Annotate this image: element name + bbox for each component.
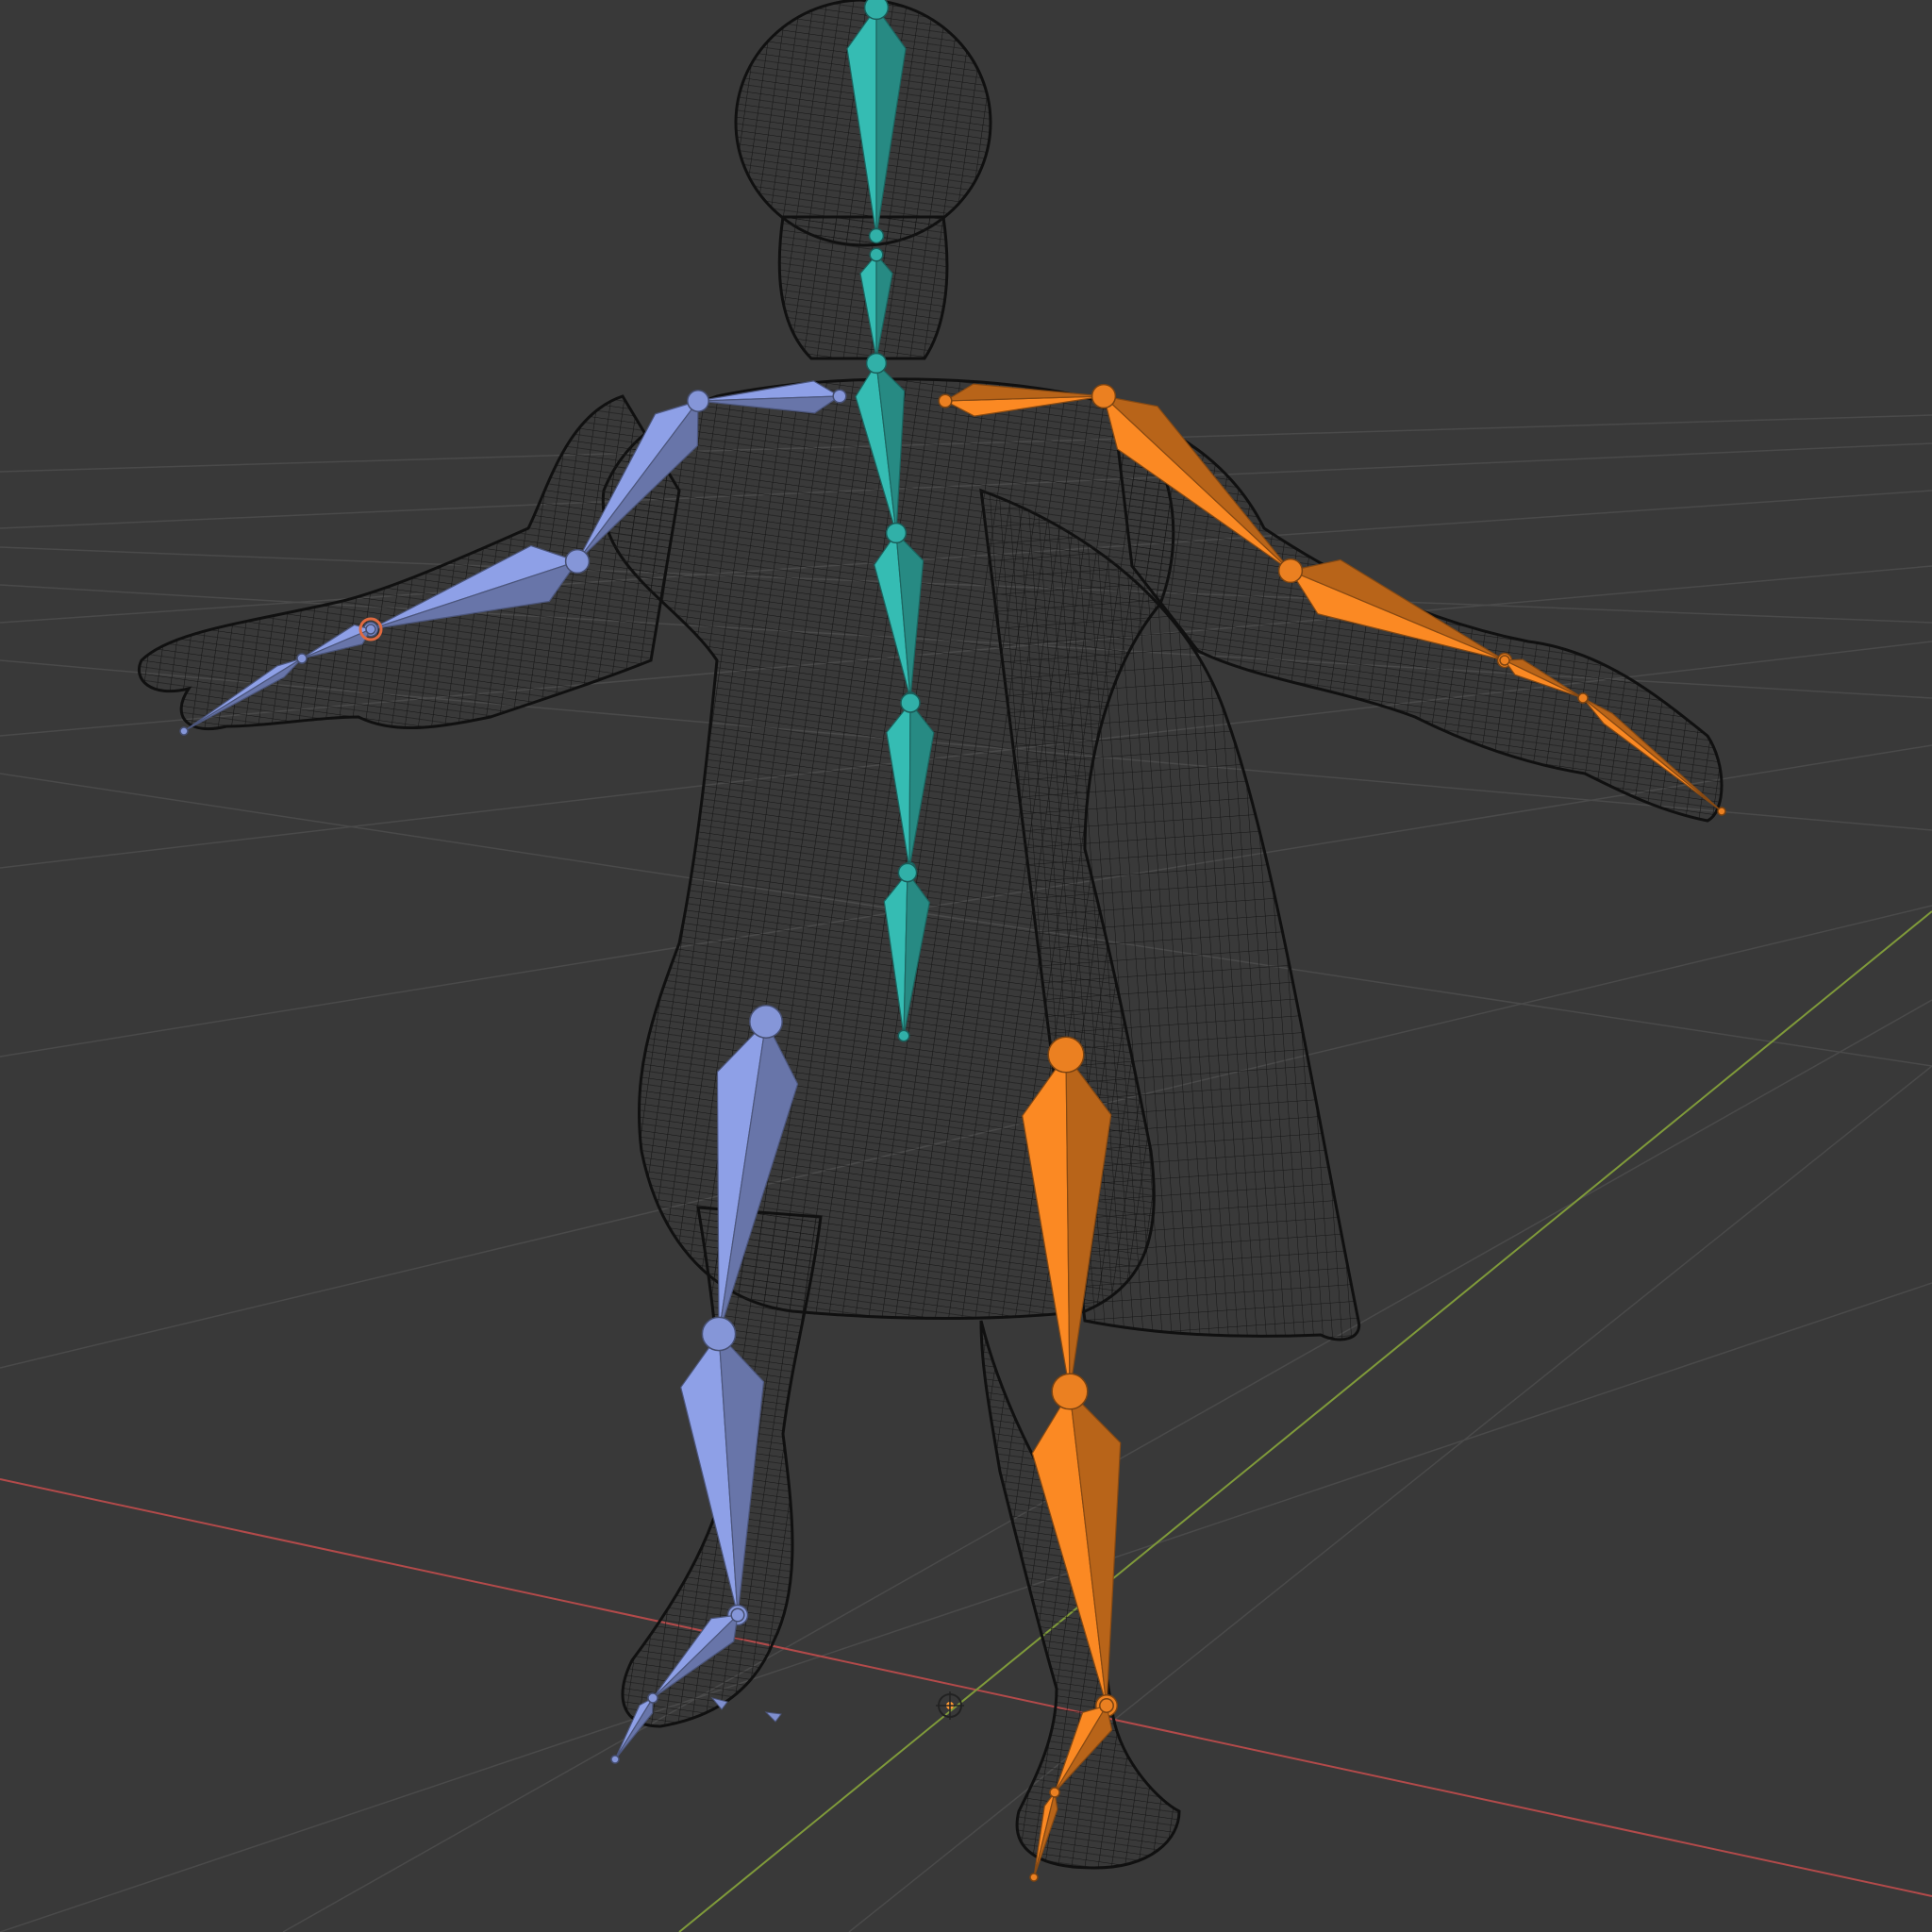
bone-foot-left-head-joint[interactable] xyxy=(730,1607,745,1623)
bone-shin-left-head-joint[interactable] xyxy=(701,1316,737,1352)
bone-toe-left-tail-joint[interactable] xyxy=(610,1755,620,1764)
bone-thigh-right-head-joint[interactable] xyxy=(1047,1036,1085,1074)
3d-viewport[interactable] xyxy=(0,0,1932,1932)
bone-thigh-left-head-joint[interactable] xyxy=(749,1005,783,1039)
bone-hand-left-head-joint[interactable] xyxy=(365,624,376,635)
grid-line xyxy=(0,1282,1932,1932)
bone-shoulder-left-head-joint[interactable] xyxy=(832,389,847,404)
bone-forearm-right-head-joint[interactable] xyxy=(1277,558,1304,584)
bone-spine-mid-head-joint[interactable] xyxy=(885,522,908,544)
bone-finger-left-tail-joint[interactable] xyxy=(179,726,189,736)
bone-forearm-left-head-joint[interactable] xyxy=(564,548,591,575)
bone-spine-low-head-joint[interactable] xyxy=(900,692,921,713)
bone-foot-right-head-joint[interactable] xyxy=(1099,1698,1114,1713)
bone-finger-left-head-joint[interactable] xyxy=(296,653,308,664)
origin-marker xyxy=(936,1691,964,1720)
bone-toe-left-head-joint[interactable] xyxy=(647,1692,658,1704)
bone-upperarm-left-head-joint[interactable] xyxy=(687,390,709,412)
bone-neck-head-joint[interactable] xyxy=(869,247,884,262)
bone-toe-extra-left-2[interactable] xyxy=(764,1711,782,1723)
viewport-canvas[interactable] xyxy=(0,0,1932,1932)
bone-spine-upper-head-joint[interactable] xyxy=(865,352,888,375)
bone-toe-right-tail-joint[interactable] xyxy=(1029,1873,1039,1882)
character-mesh[interactable] xyxy=(138,0,1724,1870)
bone-upperarm-right-head-joint[interactable] xyxy=(1091,383,1117,409)
bone-hips-head-joint[interactable] xyxy=(897,862,918,883)
x-axis-line xyxy=(0,1478,1932,1897)
bone-head-tail-joint[interactable] xyxy=(868,227,885,244)
bone-finger-right-head-joint[interactable] xyxy=(1577,692,1589,704)
bone-shoulder-right-head-joint[interactable] xyxy=(938,393,953,408)
bone-shin-right-head-joint[interactable] xyxy=(1051,1373,1089,1410)
bone-hips-tail-joint[interactable] xyxy=(897,1029,910,1042)
bone-head-head-joint[interactable] xyxy=(863,0,890,21)
bone-hand-right-head-joint[interactable] xyxy=(1499,655,1510,666)
bone-finger-right-tail-joint[interactable] xyxy=(1717,807,1726,816)
bone-toe-right-head-joint[interactable] xyxy=(1049,1787,1060,1798)
